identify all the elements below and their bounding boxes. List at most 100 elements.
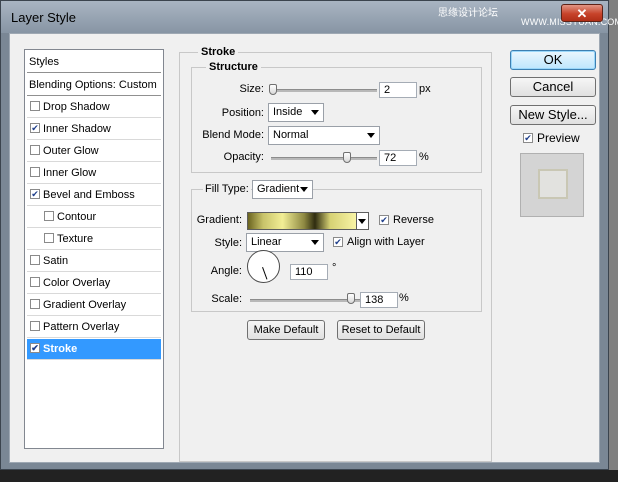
scale-label: Scale: bbox=[211, 293, 242, 305]
list-item-drop-shadow[interactable]: Drop Shadow bbox=[27, 97, 161, 118]
size-slider-track[interactable] bbox=[271, 89, 377, 92]
list-item-color-overlay[interactable]: Color Overlay bbox=[27, 273, 161, 294]
texture-checkbox[interactable] bbox=[44, 233, 54, 243]
opacity-slider-thumb[interactable] bbox=[343, 152, 351, 163]
scale-slider-thumb[interactable] bbox=[347, 293, 355, 304]
list-item-label: Blending Options: Custom bbox=[29, 79, 157, 91]
list-item-label: Outer Glow bbox=[43, 145, 99, 157]
bevel-emboss-checkbox[interactable]: ✔ bbox=[30, 189, 40, 199]
blend-mode-select[interactable]: Normal bbox=[268, 126, 380, 145]
close-button[interactable]: ✕ bbox=[561, 4, 603, 22]
position-value: Inside bbox=[273, 106, 303, 118]
position-select[interactable]: Inside bbox=[268, 103, 324, 122]
angle-dial-hand bbox=[262, 267, 268, 280]
size-unit: px bbox=[419, 83, 431, 95]
list-item-label: Bevel and Emboss bbox=[43, 189, 135, 201]
chevron-down-icon bbox=[358, 219, 366, 224]
size-slider-thumb[interactable] bbox=[269, 84, 277, 95]
opacity-slider-track[interactable] bbox=[271, 157, 377, 160]
make-default-button[interactable]: Make Default bbox=[247, 320, 325, 340]
list-item-label: Styles bbox=[29, 56, 59, 68]
style-label: Style: bbox=[214, 237, 242, 249]
layer-style-dialog: Layer Style 思缘设计论坛 WWW.MISSYUAN.COM ✕ St… bbox=[0, 0, 618, 470]
opacity-unit: % bbox=[419, 151, 429, 163]
outer-glow-checkbox[interactable] bbox=[30, 145, 40, 155]
reset-to-default-button[interactable]: Reset to Default bbox=[337, 320, 425, 340]
angle-label: Angle: bbox=[210, 265, 242, 277]
drop-shadow-checkbox[interactable] bbox=[30, 101, 40, 111]
satin-checkbox[interactable] bbox=[30, 255, 40, 265]
list-item-gradient-overlay[interactable]: Gradient Overlay bbox=[27, 295, 161, 316]
list-item-stroke[interactable]: ✔ Stroke bbox=[27, 339, 161, 360]
list-item-blending-options[interactable]: Blending Options: Custom bbox=[27, 75, 161, 96]
angle-dial[interactable] bbox=[247, 250, 280, 283]
style-value: Linear bbox=[251, 236, 282, 248]
reverse-checkbox[interactable]: ✔ bbox=[379, 215, 389, 225]
list-item-label: Stroke bbox=[43, 343, 78, 355]
dialog-body: Styles Blending Options: Custom Drop Sha… bbox=[9, 33, 600, 463]
scale-input[interactable]: 138 bbox=[360, 292, 398, 308]
list-item-outer-glow[interactable]: Outer Glow bbox=[27, 141, 161, 162]
background-right-strip bbox=[608, 0, 618, 482]
list-item-label: Texture bbox=[57, 233, 94, 245]
list-item-label: Contour bbox=[57, 211, 97, 223]
gradient-label: Gradient: bbox=[196, 214, 242, 226]
opacity-input[interactable]: 72 bbox=[379, 150, 417, 166]
color-overlay-checkbox[interactable] bbox=[30, 277, 40, 287]
structure-section-title: Structure bbox=[206, 61, 261, 73]
ok-button[interactable]: OK bbox=[510, 50, 596, 70]
list-item-pattern-overlay[interactable]: Pattern Overlay bbox=[27, 317, 161, 338]
list-item-satin[interactable]: Satin bbox=[27, 251, 161, 272]
list-item-inner-glow[interactable]: Inner Glow bbox=[27, 163, 161, 184]
list-item-label: Drop Shadow bbox=[43, 101, 110, 113]
new-style-button[interactable]: New Style... bbox=[510, 105, 596, 125]
scale-unit: % bbox=[399, 292, 409, 304]
watermark-text: 思缘设计论坛 bbox=[438, 8, 498, 19]
fill-type-value: Gradient bbox=[257, 183, 300, 195]
list-item-label: Satin bbox=[43, 255, 69, 267]
reverse-label: Reverse bbox=[393, 214, 434, 226]
list-item-label: Inner Shadow bbox=[43, 123, 111, 135]
preview-thumbnail bbox=[520, 153, 584, 217]
gradient-overlay-checkbox[interactable] bbox=[30, 299, 40, 309]
chevron-down-icon bbox=[311, 240, 319, 245]
inner-shadow-checkbox[interactable]: ✔ bbox=[30, 123, 40, 133]
angle-input[interactable]: 110 bbox=[290, 264, 328, 280]
align-with-layer-checkbox[interactable]: ✔ bbox=[333, 237, 343, 247]
preview-shape bbox=[538, 169, 568, 199]
size-input[interactable]: 2 bbox=[379, 82, 417, 98]
preview-label: Preview bbox=[537, 131, 580, 145]
gradient-swatch[interactable] bbox=[247, 212, 357, 230]
list-item-bevel-emboss[interactable]: ✔ Bevel and Emboss bbox=[27, 185, 161, 206]
blend-mode-label: Blend Mode: bbox=[202, 129, 264, 141]
contour-checkbox[interactable] bbox=[44, 211, 54, 221]
angle-unit: ° bbox=[332, 262, 337, 274]
stroke-section-title: Stroke bbox=[198, 46, 239, 58]
stroke-checkbox[interactable]: ✔ bbox=[30, 343, 40, 353]
fill-type-select[interactable]: Gradient bbox=[252, 180, 313, 199]
size-label: Size: bbox=[239, 83, 264, 95]
list-item-texture[interactable]: Texture bbox=[27, 229, 161, 250]
gradient-dropdown[interactable] bbox=[357, 212, 369, 230]
close-icon: ✕ bbox=[576, 6, 588, 21]
cancel-button[interactable]: Cancel bbox=[510, 77, 596, 97]
pattern-overlay-checkbox[interactable] bbox=[30, 321, 40, 331]
list-item-label: Gradient Overlay bbox=[43, 299, 127, 311]
list-item-styles[interactable]: Styles bbox=[27, 52, 161, 73]
fill-type-label: Fill Type: bbox=[203, 183, 251, 195]
chevron-down-icon bbox=[300, 187, 308, 192]
styles-list: Styles Blending Options: Custom Drop Sha… bbox=[24, 49, 164, 449]
list-item-contour[interactable]: Contour bbox=[27, 207, 161, 228]
position-label: Position: bbox=[221, 107, 264, 119]
list-item-inner-shadow[interactable]: ✔ Inner Shadow bbox=[27, 119, 161, 140]
opacity-label: Opacity: bbox=[223, 151, 264, 163]
list-item-label: Inner Glow bbox=[43, 167, 97, 179]
title-bar[interactable]: Layer Style 思缘设计论坛 WWW.MISSYUAN.COM ✕ bbox=[1, 1, 618, 33]
inner-glow-checkbox[interactable] bbox=[30, 167, 40, 177]
preview-checkbox[interactable]: ✔ bbox=[523, 133, 533, 143]
blend-mode-value: Normal bbox=[273, 129, 309, 141]
style-select[interactable]: Linear bbox=[246, 233, 324, 252]
list-item-label: Color Overlay bbox=[43, 277, 111, 289]
align-with-layer-label: Align with Layer bbox=[347, 236, 425, 248]
scale-slider-track[interactable] bbox=[250, 299, 360, 302]
